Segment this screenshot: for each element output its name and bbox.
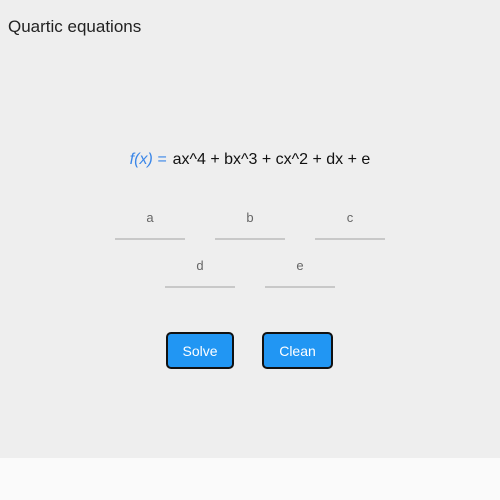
coefficient-a-underline [115, 238, 185, 240]
coefficient-e-input[interactable] [265, 272, 335, 286]
equation-display: f(x) = ax^4 + bx^3 + cx^2 + dx + e [0, 151, 500, 169]
equation-expression: ax^4 + bx^3 + cx^2 + dx + e [172, 151, 371, 168]
coefficient-b-field[interactable]: b [215, 210, 285, 240]
footer-area [0, 458, 500, 500]
coefficient-a-input[interactable] [115, 224, 185, 238]
coefficient-c-underline [315, 238, 385, 240]
coefficient-c-field[interactable]: c [315, 210, 385, 240]
coefficient-d-input[interactable] [165, 272, 235, 286]
clean-button[interactable]: Clean [262, 332, 333, 369]
coefficient-e-underline [265, 286, 335, 288]
coefficient-d-underline [165, 286, 235, 288]
coefficient-d-field[interactable]: d [165, 258, 235, 288]
app-container: Quartic equations f(x) = ax^4 + bx^3 + cx… [0, 0, 500, 458]
page-title: Quartic equations [8, 17, 142, 36]
coefficient-b-underline [215, 238, 285, 240]
fx-label: f(x) = [129, 151, 167, 168]
coefficient-a-field[interactable]: a [115, 210, 185, 240]
coefficient-e-field[interactable]: e [265, 258, 335, 288]
coefficient-c-input[interactable] [315, 224, 385, 238]
coefficient-b-input[interactable] [215, 224, 285, 238]
solve-button[interactable]: Solve [166, 332, 234, 369]
